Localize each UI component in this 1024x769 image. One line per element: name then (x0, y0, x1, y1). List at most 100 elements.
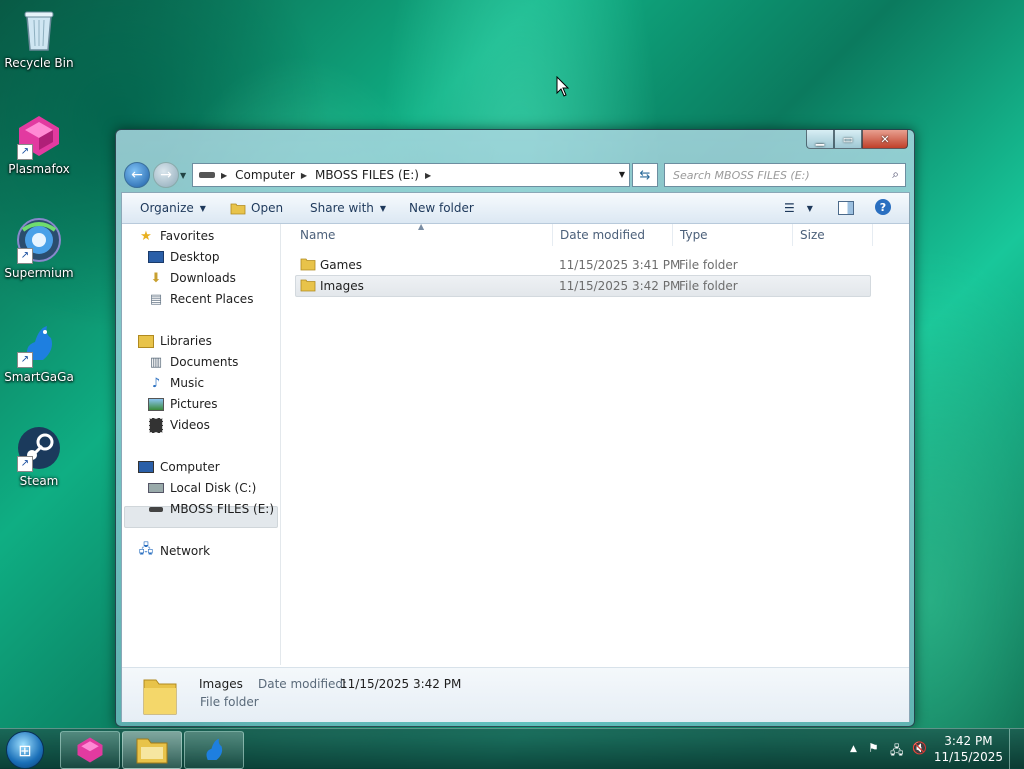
folder-large-icon (143, 679, 177, 715)
nav-label: Videos (170, 418, 210, 432)
show-hidden-icons-button[interactable]: ▲ (850, 744, 857, 754)
clock-time: 3:42 PM (944, 734, 993, 748)
pictures-icon (148, 396, 164, 412)
address-bar[interactable]: ▶ Computer ▶ MBOSS FILES (E:) ▶ ▼ (192, 163, 630, 187)
music-icon: ♪ (151, 375, 161, 391)
refresh-button[interactable]: ⇆ (632, 163, 658, 187)
column-divider[interactable] (872, 224, 873, 246)
file-name: Images (320, 279, 364, 293)
search-input[interactable] (671, 167, 885, 183)
shortcut-arrow-icon: ↗ (17, 248, 33, 264)
nav-recent-places[interactable]: ▤ Recent Places (148, 289, 254, 309)
column-header-size[interactable]: Size (800, 224, 825, 246)
file-type: File folder (679, 258, 738, 272)
clock[interactable]: 3:42 PM 11/15/2025 (934, 733, 1003, 765)
taskbar-button-explorer[interactable] (122, 731, 182, 769)
nav-favorites[interactable]: ★ Favorites (138, 226, 214, 246)
mouse-cursor-icon (556, 76, 570, 97)
share-with-label: Share with (310, 201, 374, 215)
desktop-icon-steam[interactable]: ↗ Steam (0, 424, 79, 488)
breadcrumb-mboss[interactable]: MBOSS FILES (E:) (315, 168, 419, 182)
chevron-down-icon: ▼ (379, 203, 387, 213)
nav-label: MBOSS FILES (E:) (170, 502, 274, 516)
nav-pictures[interactable]: Pictures (148, 394, 218, 414)
organize-button[interactable]: Organize ▼ (140, 201, 206, 215)
details-modified-value: 11/15/2025 3:42 PM (340, 677, 462, 691)
recent-places-icon: ▤ (149, 291, 163, 307)
column-header-type[interactable]: Type (680, 224, 708, 246)
desktop-icon-recycle-bin[interactable]: Recycle Bin (0, 6, 79, 70)
close-button[interactable]: ✕ (862, 130, 908, 149)
column-divider[interactable] (552, 224, 553, 246)
computer-icon (138, 459, 154, 475)
nav-mboss-files[interactable]: MBOSS FILES (E:) (148, 499, 274, 519)
nav-downloads[interactable]: ⬇ Downloads (148, 268, 236, 288)
nav-label: Pictures (170, 397, 218, 411)
desktop-icon-label: Recycle Bin (4, 56, 74, 70)
nav-libraries[interactable]: Libraries (138, 331, 212, 351)
minimize-button[interactable]: ▁ (806, 130, 834, 149)
change-view-button[interactable]: ☰ ▼ (784, 201, 813, 215)
breadcrumb-computer[interactable]: Computer (235, 168, 295, 182)
network-status-icon[interactable]: 🖧 (890, 741, 903, 762)
search-icon[interactable]: ⌕ (892, 167, 899, 182)
shortcut-arrow-icon: ↗ (17, 456, 33, 472)
taskbar-button-plasmafox[interactable] (60, 731, 120, 769)
breadcrumb-chevron-icon[interactable]: ▶ (425, 171, 431, 180)
nav-local-disk[interactable]: Local Disk (C:) (148, 478, 256, 498)
nav-videos[interactable]: Videos (148, 415, 210, 435)
file-row-games[interactable]: Games 11/15/2025 3:41 PM File folder (296, 255, 870, 275)
share-with-button[interactable]: Share with ▼ (310, 201, 386, 215)
nav-documents[interactable]: ▥ Documents (148, 352, 239, 372)
breadcrumb-chevron-icon[interactable]: ▶ (301, 171, 307, 180)
shortcut-arrow-icon: ↗ (17, 144, 33, 160)
nav-label: Recent Places (170, 292, 254, 306)
column-label: Size (800, 228, 825, 242)
column-header-date[interactable]: Date modified (560, 224, 645, 246)
maximize-icon: ▭ (842, 132, 854, 146)
smartgaga-icon (206, 738, 223, 760)
back-button[interactable]: ← (124, 162, 150, 188)
open-button[interactable]: Open (230, 201, 283, 215)
taskbar-button-smartgaga[interactable] (184, 731, 244, 769)
explorer-icon (136, 738, 168, 764)
supermium-icon: ↗ (15, 216, 63, 264)
nav-computer[interactable]: Computer (138, 457, 220, 477)
nav-network[interactable]: 🖧 Network (138, 541, 210, 561)
forward-button[interactable]: → (153, 162, 179, 188)
explorer-content: Organize ▼ Open Share with ▼ New folder ☰ ▼… (121, 192, 910, 722)
folder-icon (300, 258, 316, 271)
local-disk-icon (148, 480, 164, 496)
help-button[interactable]: ? (875, 199, 891, 215)
explorer-window: ▁ ▭ ✕ ← → ▼ ▶ Computer ▶ MBOSS FILES (E:… (115, 129, 915, 727)
nav-desktop[interactable]: Desktop (148, 247, 220, 267)
desktop-icon-smartgaga[interactable]: ↗ SmartGaGa (0, 320, 79, 384)
address-dropdown-icon[interactable]: ▼ (619, 170, 625, 179)
new-folder-button[interactable]: New folder (409, 201, 474, 215)
desktop-icon-plasmafox[interactable]: ↗ Plasmafox (0, 112, 79, 176)
steam-icon: ↗ (15, 424, 63, 472)
column-header-name[interactable]: Name (300, 224, 335, 246)
close-icon: ✕ (880, 132, 890, 146)
column-divider[interactable] (672, 224, 673, 246)
breadcrumb-chevron-icon[interactable]: ▶ (221, 171, 227, 180)
nav-music[interactable]: ♪ Music (148, 373, 204, 393)
details-name: Images (199, 677, 243, 691)
preview-pane-button[interactable] (838, 201, 854, 215)
recent-pages-dropdown[interactable]: ▼ (180, 171, 186, 180)
show-desktop-button[interactable] (1009, 729, 1024, 769)
maximize-button[interactable]: ▭ (834, 130, 862, 149)
view-list-icon: ☰ (784, 201, 795, 215)
plasmafox-icon (77, 737, 103, 763)
column-divider[interactable] (792, 224, 793, 246)
desktop-icon-supermium[interactable]: ↗ Supermium (0, 216, 79, 280)
search-box[interactable]: ⌕ (664, 163, 906, 187)
command-bar: Organize ▼ Open Share with ▼ New folder ☰ ▼… (122, 193, 909, 224)
folder-icon (300, 279, 316, 292)
action-center-icon[interactable]: ⚑ (868, 741, 879, 755)
clock-date: 11/15/2025 (933, 750, 1003, 764)
file-row-images[interactable]: Images 11/15/2025 3:42 PM File folder (295, 275, 871, 297)
volume-muted-icon[interactable]: 🔇 (912, 741, 927, 755)
column-label: Date modified (560, 228, 646, 242)
start-button[interactable]: ⊞ (6, 731, 44, 769)
